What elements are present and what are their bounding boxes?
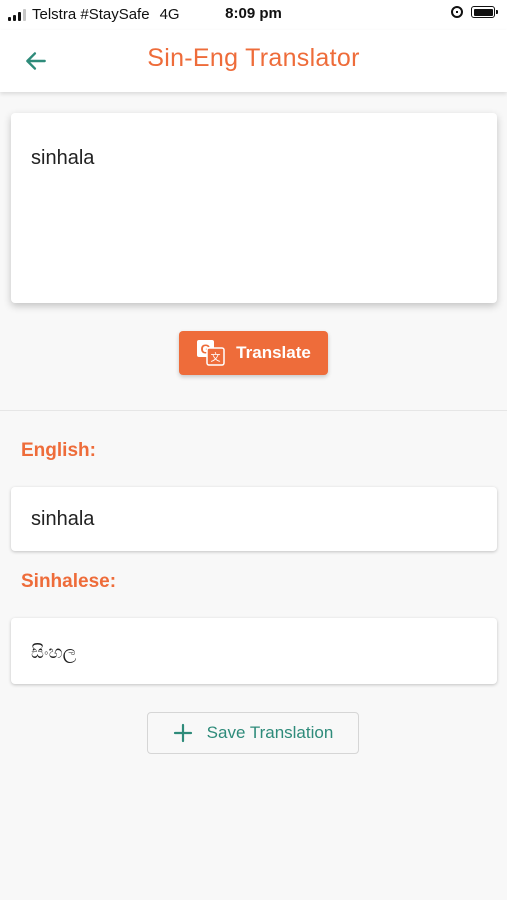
- svg-text:文: 文: [211, 351, 221, 364]
- sinhalese-result-card: සිංහල: [11, 618, 497, 684]
- page-title: Sin-Eng Translator: [147, 44, 360, 72]
- input-card: [11, 113, 497, 303]
- app-bar: Sin-Eng Translator: [0, 30, 507, 92]
- save-translation-button[interactable]: Save Translation: [147, 712, 359, 754]
- sinhalese-result-text: සිංහල: [31, 642, 77, 662]
- plus-icon: [173, 723, 192, 743]
- orientation-lock-icon: [451, 6, 463, 18]
- status-time: 8:09 pm: [225, 5, 282, 22]
- battery-icon: [471, 6, 498, 18]
- english-result-card: sinhala: [11, 487, 497, 551]
- status-right: [451, 6, 498, 18]
- english-result-text: sinhala: [31, 508, 95, 530]
- translate-button[interactable]: G 文 Translate: [179, 331, 328, 375]
- status-bar: Telstra #StaySafe 4G 8:09 pm: [0, 0, 507, 30]
- english-section-label: English:: [21, 440, 96, 461]
- save-translation-label: Save Translation: [206, 723, 334, 742]
- sinhalese-section-label: Sinhalese:: [21, 571, 117, 592]
- divider: [0, 410, 507, 411]
- translate-label: Translate: [236, 343, 311, 362]
- google-translate-icon: G 文: [197, 340, 225, 366]
- source-text-input[interactable]: [31, 147, 471, 170]
